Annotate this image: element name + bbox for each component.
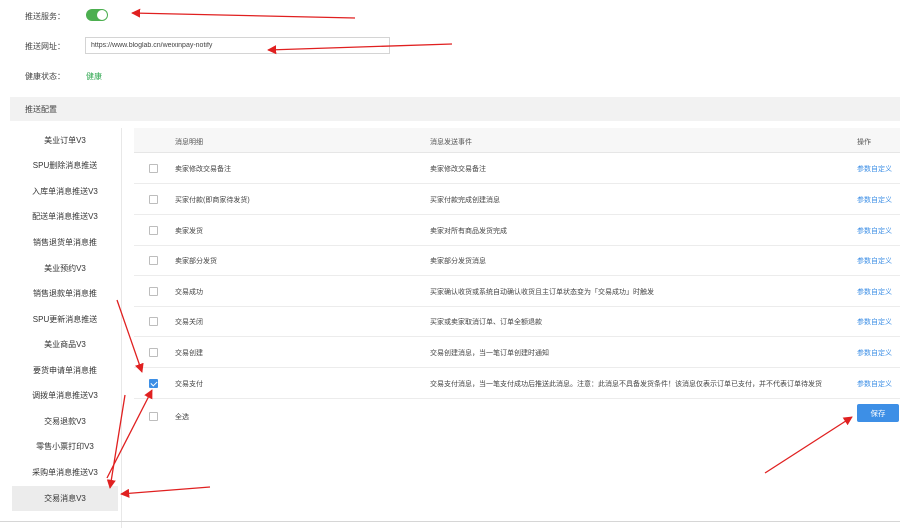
sidebar-item-label: 美业订单V3 bbox=[44, 136, 86, 145]
message-type-sidebar: 美业订单V3 SPU删除消息推送 入库单消息推送V3 配送单消息推送V3 销售退… bbox=[10, 128, 122, 528]
row-checkbox[interactable] bbox=[149, 256, 158, 265]
sidebar-item-label: 交易退款V3 bbox=[44, 417, 86, 426]
row-checkbox-checked[interactable] bbox=[149, 379, 158, 388]
sidebar-item-label: 销售退货单消息推 bbox=[33, 238, 97, 247]
push-service-toggle[interactable] bbox=[86, 9, 108, 21]
row-event: 买家付款完成创建消息 bbox=[430, 197, 500, 204]
row-event: 买家或卖家取消订单、订单全额退款 bbox=[430, 319, 542, 326]
row-event: 交易支付消息，当一笔支付成功后推送此消息。注意：此消息不具备发货条件！该消息仅表… bbox=[430, 381, 822, 388]
arrow-to-toggle bbox=[131, 8, 356, 19]
sidebar-item[interactable]: SPU删除消息推送 bbox=[12, 153, 118, 178]
sidebar-item[interactable]: 调拨单消息推送V3 bbox=[12, 383, 118, 408]
sidebar-item[interactable]: 销售退款单消息推 bbox=[12, 281, 118, 306]
section-header: 推送配置 bbox=[10, 97, 900, 121]
sidebar-item-label: SPU删除消息推送 bbox=[32, 161, 98, 170]
select-all-checkbox[interactable] bbox=[149, 412, 158, 421]
table-row: 买家付款(即商家待发货) 买家付款完成创建消息 参数自定义 bbox=[134, 184, 900, 215]
table-row: 卖家发货 卖家对所有商品发货完成 参数自定义 bbox=[134, 215, 900, 246]
sidebar-item[interactable]: 采购单消息推送V3 bbox=[12, 460, 118, 485]
bottom-divider bbox=[0, 521, 900, 522]
row-checkbox[interactable] bbox=[149, 287, 158, 296]
sidebar-item-label: 美业预约V3 bbox=[44, 264, 86, 273]
sidebar-item-label: 采购单消息推送V3 bbox=[32, 468, 98, 477]
sidebar-item[interactable]: 美业预约V3 bbox=[12, 256, 118, 281]
column-header-op: 操作 bbox=[857, 139, 871, 146]
sidebar-item-label: 入库单消息推送V3 bbox=[32, 187, 98, 196]
table-row: 交易成功 买家确认收货或系统自动确认收货且主订单状态变为「交易成功」时触发 参数… bbox=[134, 276, 900, 307]
customize-params-link[interactable]: 参数自定义 bbox=[857, 195, 892, 205]
row-event: 卖家修改交易备注 bbox=[430, 166, 486, 173]
push-url-input[interactable] bbox=[85, 37, 390, 54]
row-name: 买家付款(即商家待发货) bbox=[175, 197, 250, 204]
select-all-label: 全选 bbox=[175, 414, 189, 421]
row-checkbox[interactable] bbox=[149, 226, 158, 235]
row-checkbox[interactable] bbox=[149, 317, 158, 326]
column-header-event: 消息发送事件 bbox=[430, 139, 472, 146]
customize-params-link[interactable]: 参数自定义 bbox=[857, 348, 892, 358]
sidebar-item[interactable]: 美业订单V3 bbox=[12, 128, 118, 153]
sidebar-item[interactable]: 要货申请单消息推 bbox=[12, 358, 118, 383]
table-row: 卖家部分发货 卖家部分发货消息 参数自定义 bbox=[134, 245, 900, 276]
sidebar-item-active[interactable]: 交易消息V3 bbox=[12, 486, 118, 511]
row-event: 卖家对所有商品发货完成 bbox=[430, 228, 507, 235]
row-name: 卖家修改交易备注 bbox=[175, 166, 231, 173]
row-checkbox[interactable] bbox=[149, 348, 158, 357]
sidebar-item[interactable]: 美业商品V3 bbox=[12, 332, 118, 357]
sidebar-item[interactable]: 配送单消息推送V3 bbox=[12, 204, 118, 229]
row-name: 交易关闭 bbox=[175, 319, 203, 326]
table-row: 交易创建 交易创建消息，当一笔订单创建时通知 参数自定义 bbox=[134, 337, 900, 368]
customize-params-link[interactable]: 参数自定义 bbox=[857, 379, 892, 389]
sidebar-item-label: 销售退款单消息推 bbox=[33, 289, 97, 298]
row-name: 交易成功 bbox=[175, 289, 203, 296]
row-name: 交易支付 bbox=[175, 381, 203, 388]
table-header: 消息明细 消息发送事件 操作 bbox=[134, 128, 900, 153]
column-header-name: 消息明细 bbox=[175, 139, 203, 146]
select-all-row: 全选 bbox=[134, 404, 900, 429]
row-name: 卖家部分发货 bbox=[175, 258, 217, 265]
sidebar-item[interactable]: 入库单消息推送V3 bbox=[12, 179, 118, 204]
toggle-knob bbox=[97, 10, 107, 20]
table-row: 交易关闭 买家或卖家取消订单、订单全额退款 参数自定义 bbox=[134, 306, 900, 337]
row-event: 交易创建消息，当一笔订单创建时通知 bbox=[430, 350, 549, 357]
sidebar-item-label: 配送单消息推送V3 bbox=[32, 212, 98, 221]
sidebar-item[interactable]: 零售小票打印V3 bbox=[12, 434, 118, 459]
health-status: 健康 bbox=[86, 72, 102, 81]
health-label: 健康状态： bbox=[25, 72, 65, 81]
row-name: 卖家发货 bbox=[175, 228, 203, 235]
sidebar-item-label: 调拨单消息推送V3 bbox=[32, 391, 98, 400]
row-checkbox[interactable] bbox=[149, 195, 158, 204]
sidebar-item[interactable]: 交易退款V3 bbox=[12, 409, 118, 434]
row-event: 买家确认收货或系统自动确认收货且主订单状态变为「交易成功」时触发 bbox=[430, 289, 654, 296]
customize-params-link[interactable]: 参数自定义 bbox=[857, 164, 892, 174]
sidebar-item[interactable]: 销售退货单消息推 bbox=[12, 230, 118, 255]
customize-params-link[interactable]: 参数自定义 bbox=[857, 317, 892, 327]
sidebar-item[interactable]: SPU更新消息推送 bbox=[12, 307, 118, 332]
row-checkbox[interactable] bbox=[149, 164, 158, 173]
sidebar-item-label: 零售小票打印V3 bbox=[36, 442, 94, 451]
sidebar-item-label: 美业商品V3 bbox=[44, 340, 86, 349]
save-button[interactable]: 保存 bbox=[857, 404, 899, 422]
customize-params-link[interactable]: 参数自定义 bbox=[857, 287, 892, 297]
push-service-label: 推送服务： bbox=[25, 12, 65, 21]
row-name: 交易创建 bbox=[175, 350, 203, 357]
table-row: 卖家修改交易备注 卖家修改交易备注 参数自定义 bbox=[134, 153, 900, 184]
arrow-to-active-item bbox=[120, 486, 211, 498]
customize-params-link[interactable]: 参数自定义 bbox=[857, 256, 892, 266]
row-event: 卖家部分发货消息 bbox=[430, 258, 486, 265]
table-row: 交易支付 交易支付消息，当一笔支付成功后推送此消息。注意：此消息不具备发货条件！… bbox=[134, 368, 900, 399]
customize-params-link[interactable]: 参数自定义 bbox=[857, 226, 892, 236]
sidebar-item-label: 要货申请单消息推 bbox=[33, 366, 97, 375]
section-title: 推送配置 bbox=[25, 105, 57, 114]
sidebar-item-label: SPU更新消息推送 bbox=[32, 315, 98, 324]
sidebar-item-label: 交易消息V3 bbox=[44, 494, 86, 503]
push-url-label: 推送网址： bbox=[25, 42, 65, 51]
